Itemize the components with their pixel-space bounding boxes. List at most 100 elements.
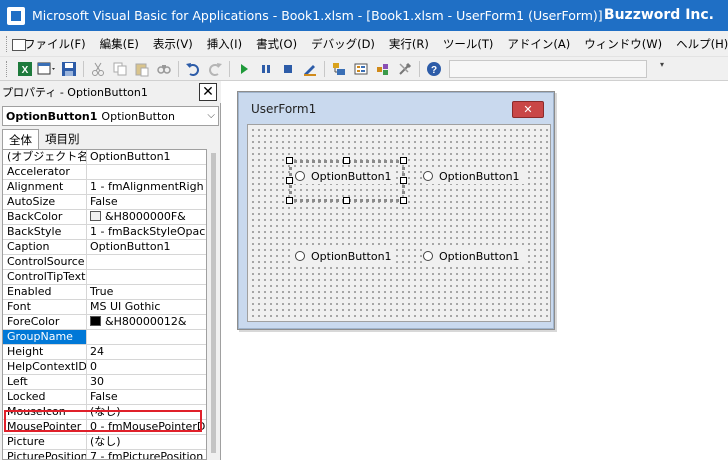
- property-name: Enabled: [3, 285, 87, 299]
- save-icon[interactable]: [58, 59, 80, 79]
- property-row[interactable]: Caption OptionButton1: [3, 240, 206, 255]
- menu-edit[interactable]: 編集(E): [93, 36, 146, 52]
- property-row[interactable]: (オブジェクト名) OptionButton1: [3, 150, 206, 165]
- property-value[interactable]: [87, 255, 206, 269]
- color-swatch-icon: [90, 316, 101, 326]
- resize-handle[interactable]: [286, 157, 293, 164]
- menu-file[interactable]: ファイル(F): [17, 36, 93, 52]
- property-row[interactable]: Alignment 1 - fmAlignmentRigh: [3, 180, 206, 195]
- standard-toolbar: X ? ▾: [0, 57, 728, 81]
- run-icon[interactable]: [233, 59, 255, 79]
- property-value[interactable]: 30: [87, 375, 206, 389]
- property-value[interactable]: MS UI Gothic: [87, 300, 206, 314]
- property-row[interactable]: PicturePosition 7 - fmPicturePosition: [3, 450, 206, 459]
- resize-handle[interactable]: [400, 157, 407, 164]
- option-button[interactable]: OptionButton1: [422, 248, 524, 264]
- property-row[interactable]: BackColor &H8000000F&: [3, 210, 206, 225]
- property-row[interactable]: AutoSize False: [3, 195, 206, 210]
- property-value[interactable]: 1 - fmAlignmentRigh: [87, 180, 206, 194]
- paste-icon[interactable]: [131, 59, 153, 79]
- project-explorer-icon[interactable]: [328, 59, 350, 79]
- cut-icon[interactable]: [87, 59, 109, 79]
- tab-categorized[interactable]: 項目別: [39, 129, 86, 149]
- reset-icon[interactable]: [277, 59, 299, 79]
- menu-help[interactable]: ヘルプ(H): [669, 36, 728, 52]
- toolbox-icon[interactable]: [394, 59, 416, 79]
- property-grid-scrollbar[interactable]: [207, 149, 220, 460]
- property-row[interactable]: BackStyle 1 - fmBackStyleOpac: [3, 225, 206, 240]
- toolbar-options-icon[interactable]: ▾: [660, 60, 670, 78]
- object-browser-icon[interactable]: [372, 59, 394, 79]
- resize-handle[interactable]: [343, 197, 350, 204]
- property-value[interactable]: &H80000012&: [87, 315, 206, 329]
- property-value[interactable]: OptionButton1: [87, 150, 206, 164]
- property-value[interactable]: 7 - fmPicturePosition: [87, 450, 206, 459]
- menu-tools[interactable]: ツール(T): [436, 36, 501, 52]
- help-icon[interactable]: ?: [423, 59, 445, 79]
- resize-handle[interactable]: [343, 157, 350, 164]
- design-mode-icon[interactable]: [299, 59, 321, 79]
- resize-handle[interactable]: [400, 177, 407, 184]
- menu-view[interactable]: 表示(V): [146, 36, 200, 52]
- menu-insert[interactable]: 挿入(I): [200, 36, 249, 52]
- option-button[interactable]: OptionButton1: [294, 248, 396, 264]
- menu-format[interactable]: 書式(O): [249, 36, 304, 52]
- property-row[interactable]: Left 30: [3, 375, 206, 390]
- redo-icon[interactable]: [204, 59, 226, 79]
- option-button[interactable]: OptionButton1: [422, 168, 524, 184]
- property-name: (オブジェクト名): [3, 150, 87, 164]
- menu-window[interactable]: ウィンドウ(W): [577, 36, 669, 52]
- property-value[interactable]: True: [87, 285, 206, 299]
- property-row[interactable]: Picture (なし): [3, 435, 206, 450]
- resize-handle[interactable]: [286, 197, 293, 204]
- property-value[interactable]: OptionButton1: [87, 240, 206, 254]
- window-title: Microsoft Visual Basic for Applications …: [32, 8, 603, 23]
- undo-icon[interactable]: [182, 59, 204, 79]
- property-value[interactable]: False: [87, 195, 206, 209]
- property-value-text: &H8000000F&: [105, 210, 186, 223]
- property-row[interactable]: HelpContextID 0: [3, 360, 206, 375]
- property-row[interactable]: ForeColor &H80000012&: [3, 315, 206, 330]
- property-name: ForeColor: [3, 315, 87, 329]
- menubar-grip[interactable]: [6, 35, 7, 52]
- scrollbar-thumb[interactable]: [211, 153, 216, 453]
- property-value[interactable]: [87, 270, 206, 284]
- property-row[interactable]: Enabled True: [3, 285, 206, 300]
- property-row[interactable]: ControlTipText: [3, 270, 206, 285]
- property-value[interactable]: [87, 330, 206, 344]
- properties-tabs: 全体 項目別: [2, 129, 86, 149]
- property-row[interactable]: ControlSource: [3, 255, 206, 270]
- close-icon[interactable]: ✕: [199, 83, 217, 101]
- insert-userform-icon[interactable]: [36, 59, 58, 79]
- property-row[interactable]: GroupName: [3, 330, 206, 345]
- close-icon[interactable]: ✕: [512, 101, 544, 118]
- object-selector[interactable]: OptionButton1 OptionButton ⌵: [2, 106, 219, 126]
- userform-canvas[interactable]: OptionButton1 OptionButton1 OptionButton…: [247, 124, 551, 322]
- property-row[interactable]: Height 24: [3, 345, 206, 360]
- tab-alphabetic[interactable]: 全体: [2, 129, 39, 149]
- property-name: HelpContextID: [3, 360, 87, 374]
- property-value[interactable]: [87, 165, 206, 179]
- property-value[interactable]: &H8000000F&: [87, 210, 206, 224]
- menu-debug[interactable]: デバッグ(D): [304, 36, 382, 52]
- property-value[interactable]: 0: [87, 360, 206, 374]
- property-row[interactable]: Locked False: [3, 390, 206, 405]
- excel-icon[interactable]: X: [14, 59, 36, 79]
- property-value[interactable]: 24: [87, 345, 206, 359]
- find-icon[interactable]: [153, 59, 175, 79]
- properties-icon[interactable]: [350, 59, 372, 79]
- toolbar-grip[interactable]: [6, 60, 9, 77]
- property-row[interactable]: Accelerator: [3, 165, 206, 180]
- menu-addins[interactable]: アドイン(A): [500, 36, 577, 52]
- break-icon[interactable]: [255, 59, 277, 79]
- chevron-down-icon[interactable]: ⌵: [207, 110, 215, 121]
- property-value[interactable]: (なし): [87, 435, 206, 449]
- property-value[interactable]: False: [87, 390, 206, 404]
- option-button[interactable]: OptionButton1: [294, 168, 396, 184]
- resize-handle[interactable]: [400, 197, 407, 204]
- menu-run[interactable]: 実行(R): [382, 36, 436, 52]
- property-value[interactable]: 1 - fmBackStyleOpac: [87, 225, 206, 239]
- copy-icon[interactable]: [109, 59, 131, 79]
- property-row[interactable]: Font MS UI Gothic: [3, 300, 206, 315]
- resize-handle[interactable]: [286, 177, 293, 184]
